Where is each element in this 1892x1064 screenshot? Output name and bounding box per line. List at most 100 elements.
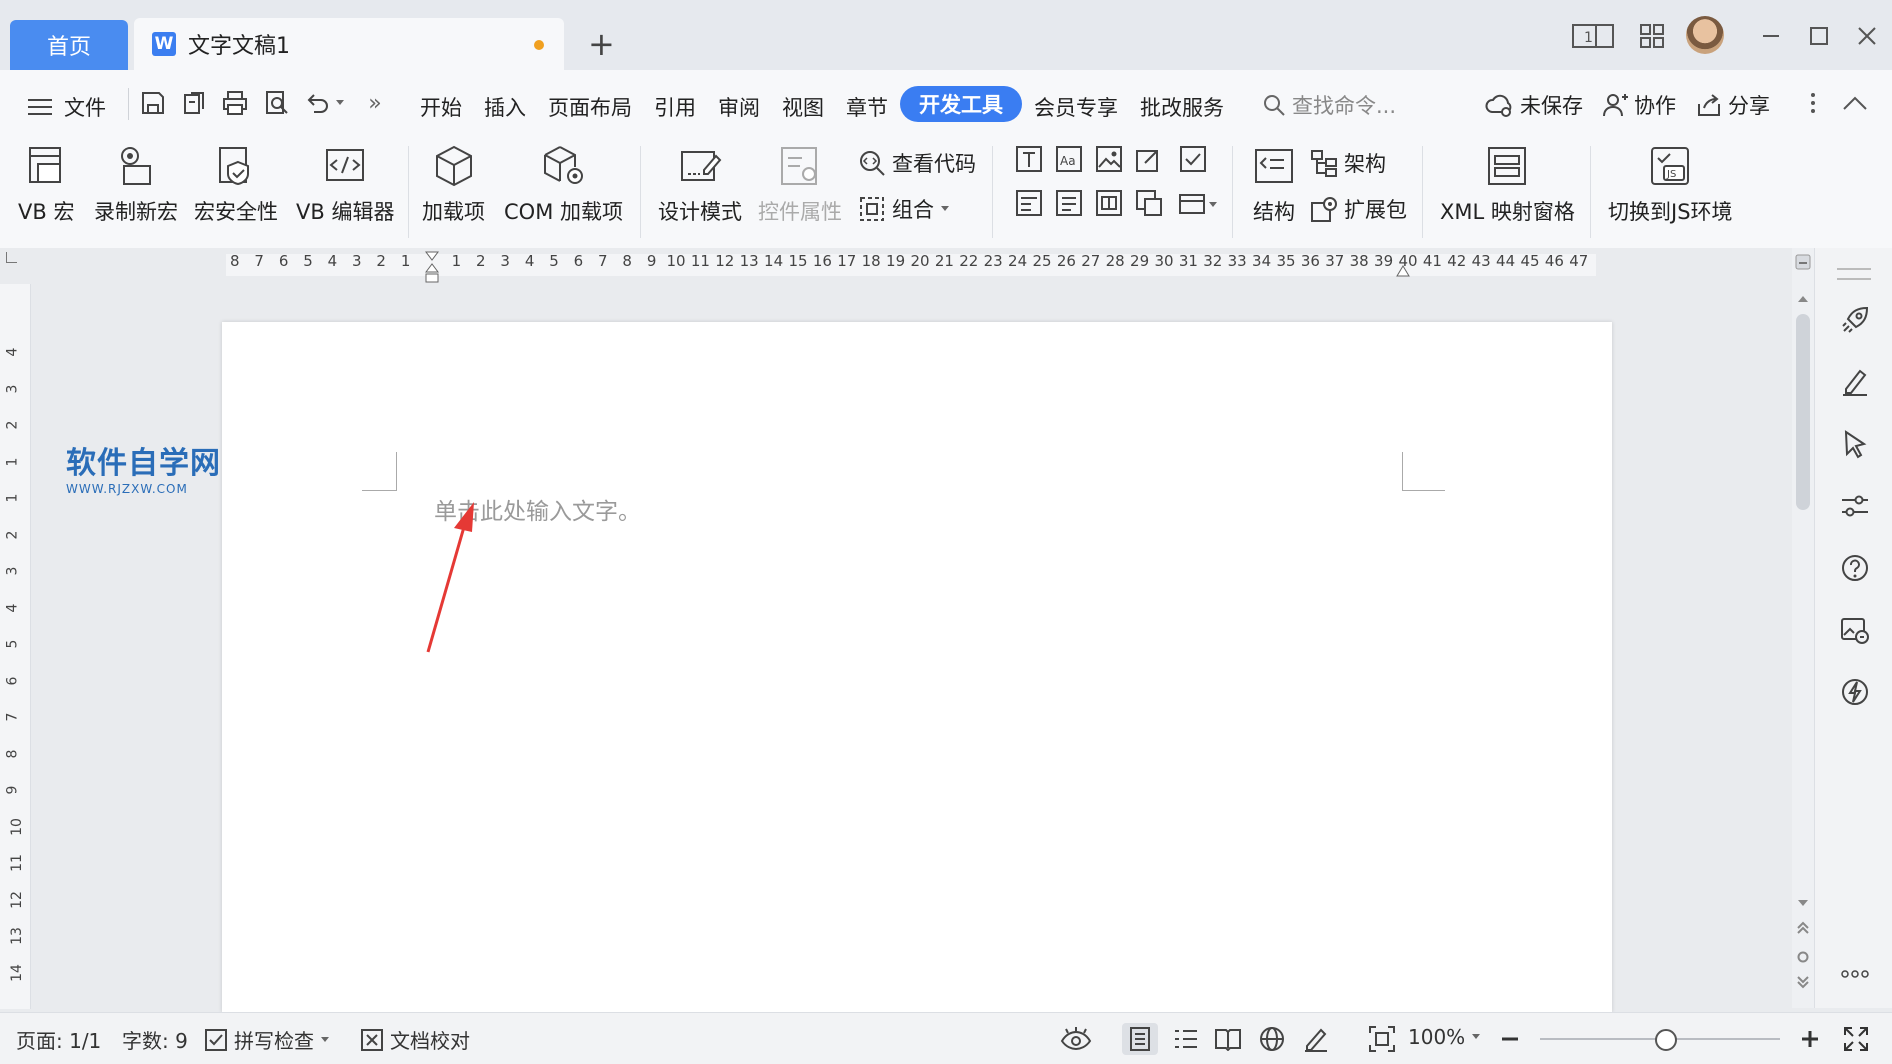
expansion-pack-button[interactable]: 扩展包	[1310, 194, 1407, 224]
macro-security-button[interactable]: 宏安全性	[194, 144, 278, 226]
schema-button[interactable]: 架构	[1310, 148, 1386, 178]
print-button[interactable]	[220, 88, 250, 118]
home-tab[interactable]: 首页	[10, 20, 128, 70]
legacy-controls-dropdown[interactable]	[1178, 188, 1218, 218]
zoom-level-dropdown[interactable]: 100%	[1408, 1025, 1481, 1049]
switch-js-env-button[interactable]: JS 切换到JS环境	[1608, 144, 1733, 226]
select-button[interactable]	[1839, 428, 1871, 460]
vertical-ruler[interactable]: 4 3 2 1 1 2 3 4 5 6 7 8 9 10 11 12 13 14	[0, 284, 31, 1009]
scroll-down-button[interactable]	[1797, 892, 1809, 911]
page-indicator[interactable]: 页面: 1/1	[16, 1025, 101, 1054]
tab-view[interactable]: 视图	[782, 92, 824, 122]
horizontal-ruler[interactable]: 8 7 6 5 4 3 2 1 1 2 3 4 5 6 7 8 9 10 11 12 13 14 15 16 17 18 19 20 2…	[0, 248, 1892, 284]
com-addins-button[interactable]: COM 加载项	[504, 144, 623, 226]
vb-editor-button[interactable]: VB 编辑器	[296, 144, 394, 226]
fullscreen-button[interactable]	[1840, 1023, 1872, 1055]
ruler-number: 6	[278, 252, 289, 270]
repeat-section-control-button[interactable]	[1134, 188, 1164, 218]
proofread-button[interactable]: 文档校对	[360, 1025, 470, 1054]
building-block-control-button[interactable]	[1134, 144, 1164, 174]
minimize-button[interactable]	[1756, 16, 1786, 56]
dropdown-list-control-button[interactable]	[1054, 188, 1084, 218]
right-indent-marker[interactable]	[1396, 262, 1410, 281]
collaborate-button[interactable]: 协作	[1602, 90, 1676, 120]
word-count[interactable]: 字数: 9	[122, 1025, 188, 1054]
tab-stop-selector[interactable]	[6, 252, 17, 263]
zoom-out-button[interactable]	[1494, 1023, 1526, 1055]
lightning-button[interactable]	[1839, 676, 1871, 708]
structure-button[interactable]: 结构	[1252, 144, 1296, 226]
outline-view-button[interactable]	[1170, 1023, 1202, 1055]
view-code-button[interactable]: 查看代码	[858, 148, 976, 178]
tab-review[interactable]: 审阅	[718, 92, 760, 122]
fit-page-button[interactable]	[1366, 1023, 1398, 1055]
tab-page-layout[interactable]: 页面布局	[548, 92, 632, 122]
undo-dropdown[interactable]	[332, 88, 348, 118]
document-tab[interactable]: W 文字文稿1	[134, 18, 564, 70]
vb-macro-button[interactable]: VB 宏	[18, 144, 74, 226]
writing-mode-button[interactable]	[1300, 1023, 1332, 1055]
date-picker-control-button[interactable]	[1094, 188, 1124, 218]
lightning-icon	[1842, 679, 1868, 705]
rich-text-control-button[interactable]: Aa	[1054, 144, 1084, 174]
zoom-slider-thumb[interactable]	[1654, 1029, 1677, 1051]
tab-start[interactable]: 开始	[420, 92, 462, 122]
export-pdf-button[interactable]	[180, 88, 210, 118]
tab-references[interactable]: 引用	[654, 92, 696, 122]
previous-page-button[interactable]	[1796, 920, 1810, 939]
eye-protection-button[interactable]	[1060, 1023, 1092, 1055]
more-quick-actions[interactable]: »	[360, 88, 390, 118]
save-button[interactable]	[138, 88, 168, 118]
zoom-in-button[interactable]	[1794, 1023, 1826, 1055]
print-preview-button[interactable]	[262, 88, 292, 118]
help-button[interactable]	[1839, 552, 1871, 584]
checkbox-control-button[interactable]	[1178, 144, 1208, 174]
control-properties-button[interactable]: 控件属性	[758, 144, 842, 226]
image-tools-button[interactable]	[1839, 614, 1871, 646]
rocket-button[interactable]	[1839, 304, 1871, 336]
ruler-number: 45	[1520, 252, 1540, 270]
indent-marker[interactable]	[424, 250, 440, 288]
close-button[interactable]	[1852, 16, 1882, 56]
xml-mapping-pane-button[interactable]: XML 映射窗格	[1440, 144, 1575, 226]
group-button[interactable]: 组合	[858, 194, 950, 224]
more-options-button[interactable]	[1798, 88, 1828, 118]
text-control-button[interactable]	[1014, 144, 1044, 174]
spell-check-button[interactable]: 拼写检查	[204, 1025, 330, 1054]
next-page-button[interactable]	[1796, 974, 1810, 993]
scrollbar-thumb[interactable]	[1796, 314, 1810, 510]
design-mode-button[interactable]: 设计模式	[658, 144, 742, 226]
pen-button[interactable]	[1839, 366, 1871, 398]
undo-button[interactable]	[302, 88, 332, 118]
record-macro-button[interactable]: 录制新宏	[94, 144, 178, 226]
vertical-scrollbar[interactable]	[1792, 248, 1814, 1008]
image-control-button[interactable]	[1094, 144, 1124, 174]
reading-view-button[interactable]	[1212, 1023, 1244, 1055]
collapse-ribbon-button[interactable]	[1840, 88, 1870, 118]
layout-view-button[interactable]: 1	[1570, 16, 1616, 56]
tab-developer-tools[interactable]: 开发工具	[900, 86, 1022, 122]
share-button[interactable]: 分享	[1696, 90, 1770, 120]
apps-grid-button[interactable]	[1634, 16, 1670, 56]
command-search[interactable]: 查找命令...	[1262, 90, 1396, 120]
unsaved-status-button[interactable]: 未保存	[1484, 90, 1583, 120]
tab-grading-service[interactable]: 批改服务	[1140, 92, 1224, 122]
addins-button[interactable]: 加载项	[422, 144, 485, 226]
browse-object-button[interactable]	[1797, 948, 1809, 967]
maximize-button[interactable]	[1804, 16, 1834, 56]
scroll-up-button[interactable]	[1797, 288, 1809, 307]
file-menu[interactable]: 文件	[28, 92, 106, 122]
drag-handle[interactable]	[1837, 268, 1871, 280]
web-view-button[interactable]	[1256, 1023, 1288, 1055]
user-avatar[interactable]	[1686, 16, 1724, 54]
more-sidebar-button[interactable]	[1839, 958, 1871, 990]
page-view-button[interactable]	[1122, 1023, 1158, 1055]
tab-membership[interactable]: 会员专享	[1034, 92, 1118, 122]
document-page[interactable]: 单击此处输入文字。	[222, 322, 1612, 1012]
tab-sections[interactable]: 章节	[846, 92, 888, 122]
tab-insert[interactable]: 插入	[484, 92, 526, 122]
combo-box-control-button[interactable]	[1014, 188, 1044, 218]
page-nav-button[interactable]	[1795, 254, 1811, 270]
adjust-button[interactable]	[1839, 490, 1871, 522]
add-tab-button[interactable]: +	[588, 26, 615, 62]
